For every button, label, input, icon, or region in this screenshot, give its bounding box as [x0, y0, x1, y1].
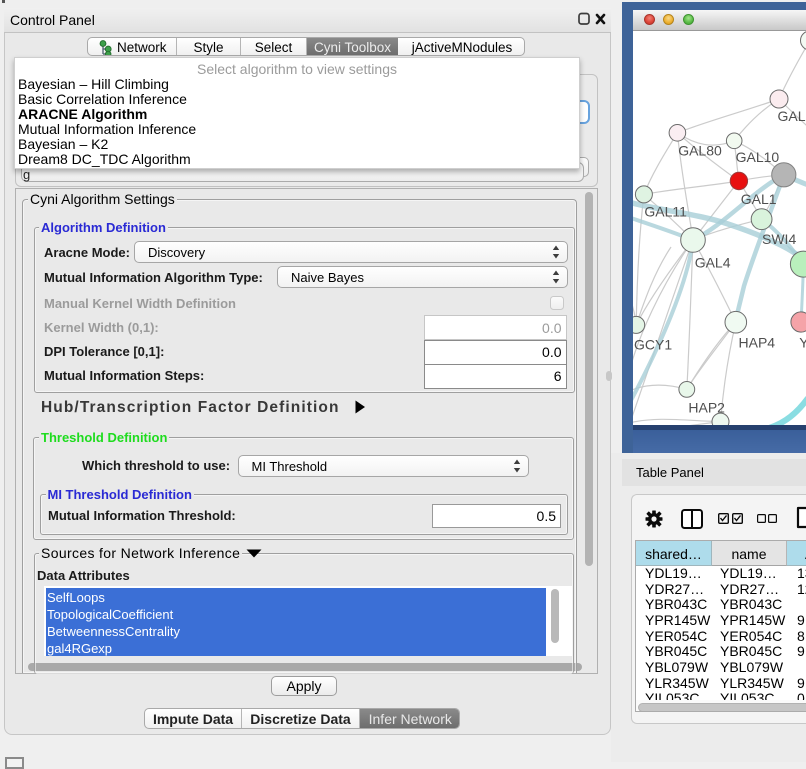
svg-text:GAL4: GAL4	[695, 255, 731, 271]
svg-text:GCY1: GCY1	[634, 337, 672, 353]
svg-text:GAL10: GAL10	[736, 149, 780, 165]
svg-text:GAL11: GAL11	[644, 203, 687, 219]
svg-text:HAP4: HAP4	[739, 334, 776, 350]
svg-text:YP: YP	[799, 334, 806, 350]
svg-text:SWI4: SWI4	[762, 231, 796, 247]
svg-text:HAP2: HAP2	[688, 400, 725, 416]
svg-text:GAL80: GAL80	[678, 142, 722, 158]
svg-text:GAL1: GAL1	[741, 191, 777, 207]
svg-text:GAL2: GAL2	[778, 108, 806, 124]
